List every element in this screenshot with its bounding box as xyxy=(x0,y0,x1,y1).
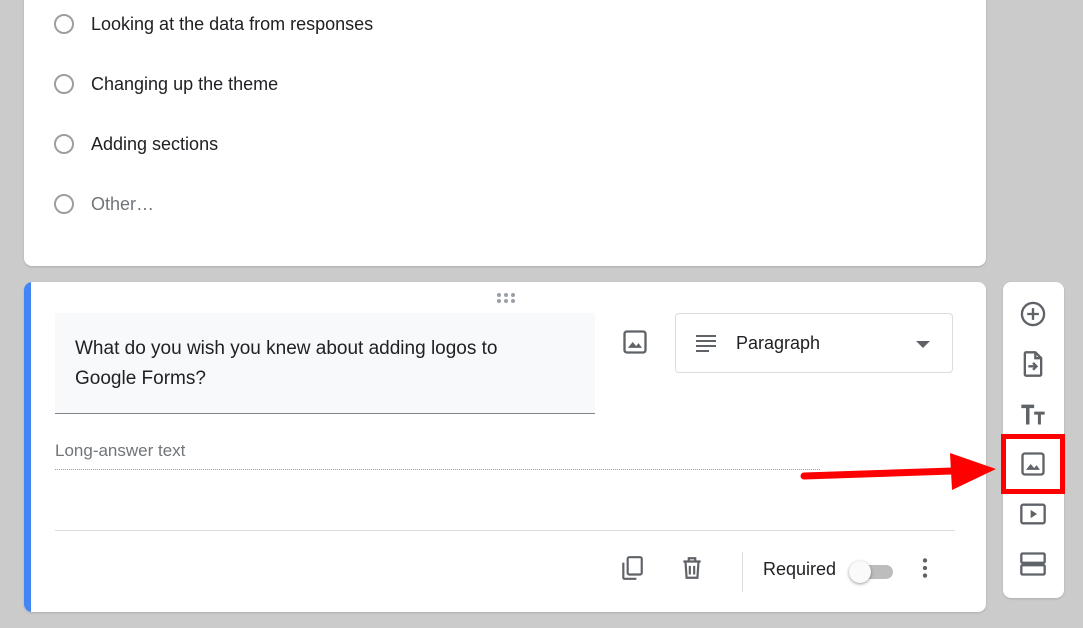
side-toolbar xyxy=(1003,282,1064,598)
radio-button[interactable] xyxy=(54,194,74,214)
radio-button[interactable] xyxy=(54,14,74,34)
paragraph-lines-icon xyxy=(694,332,718,356)
option-label: Changing up the theme xyxy=(91,73,279,94)
footer-divider xyxy=(55,530,955,531)
add-title-icon[interactable] xyxy=(1019,400,1047,428)
option-row[interactable]: Looking at the data from responses xyxy=(54,10,373,38)
more-options-icon[interactable] xyxy=(912,555,938,581)
drag-handle-icon[interactable] xyxy=(496,292,516,304)
question-title-field[interactable]: What do you wish you knew about adding l… xyxy=(55,313,595,414)
active-accent-bar xyxy=(24,282,31,612)
import-questions-icon[interactable] xyxy=(1019,350,1047,378)
add-image-icon[interactable] xyxy=(1019,450,1047,478)
question-type-label: Paragraph xyxy=(736,333,821,353)
delete-icon[interactable] xyxy=(679,555,705,581)
add-question-icon[interactable] xyxy=(1019,300,1047,328)
question-type-dropdown[interactable]: Paragraph xyxy=(675,313,953,373)
option-label: Looking at the data from responses xyxy=(91,13,374,34)
add-section-icon[interactable] xyxy=(1019,550,1047,578)
radio-button[interactable] xyxy=(54,134,74,154)
option-row[interactable]: Changing up the theme xyxy=(54,70,278,98)
previous-question-card: Looking at the data from responses Chang… xyxy=(24,0,986,266)
footer-vertical-divider xyxy=(742,552,743,592)
question-title[interactable]: What do you wish you knew about adding l… xyxy=(75,334,555,394)
option-row-other[interactable]: Other… xyxy=(54,190,154,218)
radio-button[interactable] xyxy=(54,74,74,94)
active-question-card[interactable]: What do you wish you knew about adding l… xyxy=(24,282,986,612)
long-answer-placeholder: Long-answer text xyxy=(55,441,186,460)
option-row[interactable]: Adding sections xyxy=(54,130,218,158)
image-icon[interactable] xyxy=(621,328,649,356)
dropdown-arrow-icon xyxy=(916,341,930,348)
option-label-other: Other… xyxy=(91,193,155,214)
toggle-knob xyxy=(849,561,871,583)
required-label: Required xyxy=(763,559,837,579)
duplicate-icon[interactable] xyxy=(619,555,645,581)
add-video-icon[interactable] xyxy=(1019,500,1047,528)
option-label: Adding sections xyxy=(91,133,219,154)
required-toggle[interactable] xyxy=(849,561,895,583)
answer-underline xyxy=(55,469,820,470)
